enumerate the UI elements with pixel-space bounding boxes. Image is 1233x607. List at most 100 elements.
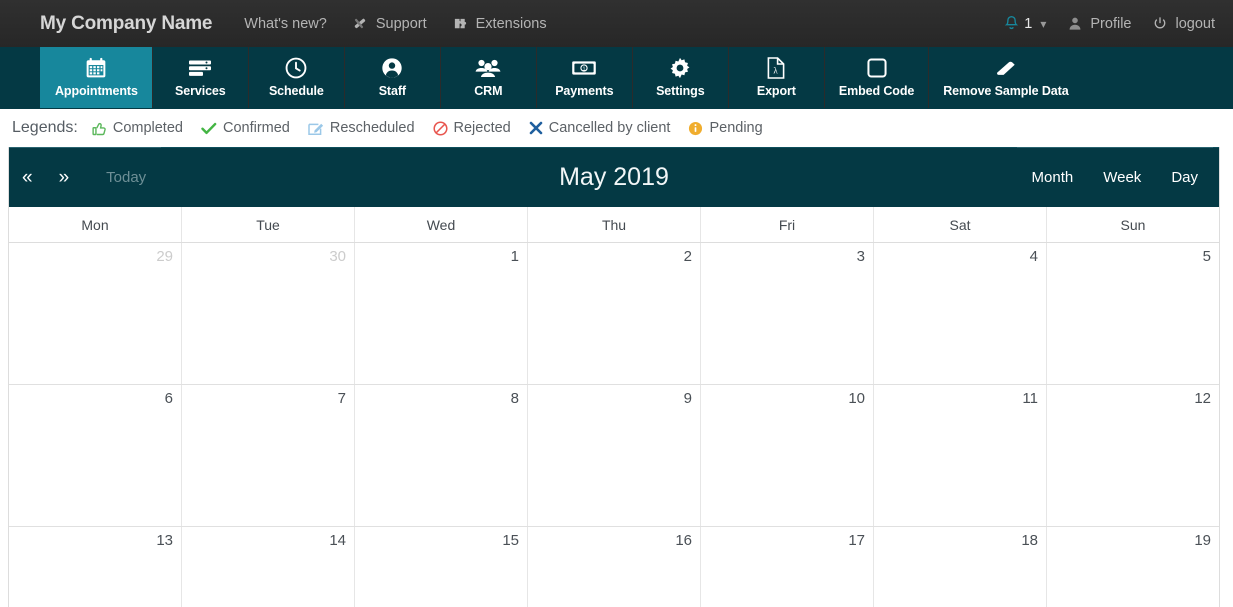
calendar-day-cell[interactable]: 12 bbox=[1046, 385, 1219, 526]
life-ring-icon bbox=[353, 16, 368, 31]
calendar-day-cell[interactable]: 3 bbox=[700, 243, 873, 384]
tab-label: Export bbox=[756, 84, 796, 98]
tab-payments[interactable]: 1 Payments bbox=[535, 47, 632, 108]
tab-appointments[interactable]: Appointments bbox=[40, 47, 152, 108]
legends-bar: Legends: Completed Confirmed Rescheduled… bbox=[0, 109, 1233, 147]
day-number: 30 bbox=[329, 248, 346, 265]
ban-icon bbox=[432, 120, 448, 136]
calendar-day-cell[interactable]: 15 bbox=[354, 527, 527, 607]
puzzle-piece-icon bbox=[453, 16, 468, 31]
tab-staff[interactable]: Staff bbox=[343, 47, 440, 108]
day-number: 12 bbox=[1194, 390, 1211, 407]
day-number: 13 bbox=[156, 532, 173, 549]
tab-label: Schedule bbox=[268, 84, 324, 98]
notification-count: 1 bbox=[1024, 15, 1033, 32]
logout-button[interactable]: logout bbox=[1153, 16, 1215, 32]
calendar-day-cell[interactable]: 8 bbox=[354, 385, 527, 526]
profile-button[interactable]: Profile bbox=[1068, 16, 1131, 32]
tab-crm[interactable]: CRM bbox=[439, 47, 536, 108]
topnav-whats-new[interactable]: What's new? bbox=[244, 16, 327, 32]
times-icon bbox=[529, 121, 543, 135]
calendar-day-cell[interactable]: 5 bbox=[1046, 243, 1219, 384]
calendar-day-cell[interactable]: 18 bbox=[873, 527, 1046, 607]
calendar-day-cell[interactable]: 7 bbox=[181, 385, 354, 526]
tab-remove-sample-data[interactable]: Remove Sample Data bbox=[928, 47, 1083, 108]
bell-icon bbox=[1003, 15, 1020, 33]
view-week-button[interactable]: Week bbox=[1088, 148, 1156, 207]
day-number: 15 bbox=[502, 532, 519, 549]
top-bar-right: 1 ▾ Profile logout bbox=[1003, 15, 1215, 33]
users-icon bbox=[475, 57, 501, 79]
tab-services[interactable]: Services bbox=[151, 47, 248, 108]
dow-fri: Fri bbox=[700, 207, 873, 242]
topnav-support[interactable]: Support bbox=[353, 16, 427, 32]
day-number: 17 bbox=[848, 532, 865, 549]
svg-text:1: 1 bbox=[583, 66, 586, 72]
tab-embed-code[interactable]: Embed Code bbox=[823, 47, 929, 108]
calendar-day-cell[interactable]: 29 bbox=[9, 243, 181, 384]
topnav-label: Extensions bbox=[475, 15, 547, 32]
legend-label: Rejected bbox=[453, 120, 511, 136]
tab-settings[interactable]: Settings bbox=[631, 47, 728, 108]
day-number: 1 bbox=[510, 248, 519, 265]
legend-label: Rescheduled bbox=[329, 120, 415, 136]
calendar-day-cell[interactable]: 2 bbox=[527, 243, 700, 384]
thumbs-up-icon bbox=[92, 121, 107, 136]
today-button[interactable]: Today bbox=[82, 148, 161, 207]
calendar-day-cell[interactable]: 6 bbox=[9, 385, 181, 526]
legends-title: Legends: bbox=[12, 119, 78, 136]
calendar-day-cell[interactable]: 13 bbox=[9, 527, 181, 607]
calendar-week-row: 6 7 8 9 10 11 12 bbox=[9, 385, 1219, 527]
calendar-nav-buttons: « » Today bbox=[9, 147, 162, 207]
calendar-day-cell[interactable]: 1 bbox=[354, 243, 527, 384]
list-icon bbox=[188, 57, 212, 79]
file-pdf-icon: λ bbox=[766, 57, 786, 79]
topnav-extensions[interactable]: Extensions bbox=[453, 16, 547, 32]
legend-label: Confirmed bbox=[222, 120, 290, 136]
calendar-day-cell[interactable]: 19 bbox=[1046, 527, 1219, 607]
tab-label: CRM bbox=[474, 84, 503, 98]
dow-mon: Mon bbox=[81, 217, 109, 233]
calendar-week-row: 29 30 1 2 3 4 5 bbox=[9, 243, 1219, 385]
day-number: 11 bbox=[1022, 390, 1038, 407]
tab-label: Appointments bbox=[55, 84, 138, 98]
day-number: 2 bbox=[683, 248, 692, 265]
notifications-button[interactable]: 1 ▾ bbox=[1003, 15, 1046, 33]
legend-label: Completed bbox=[112, 120, 183, 136]
topnav-label: Support bbox=[375, 15, 427, 32]
dow-wed: Wed bbox=[354, 207, 527, 242]
day-number: 8 bbox=[510, 390, 519, 407]
brand-title: My Company Name bbox=[40, 12, 213, 34]
day-number: 7 bbox=[337, 390, 346, 407]
tab-label: Services bbox=[175, 84, 226, 98]
legend-completed: Completed bbox=[92, 120, 183, 136]
day-number: 18 bbox=[1021, 532, 1038, 549]
tab-label: Settings bbox=[656, 84, 705, 98]
calendar-icon bbox=[85, 57, 107, 79]
calendar-day-cell[interactable]: 10 bbox=[700, 385, 873, 526]
next-month-button[interactable]: » bbox=[46, 148, 83, 207]
dow-sat: Sat bbox=[873, 207, 1046, 242]
day-number: 3 bbox=[856, 248, 865, 265]
calendar-day-cell[interactable]: 4 bbox=[873, 243, 1046, 384]
calendar-day-cell[interactable]: 16 bbox=[527, 527, 700, 607]
eraser-icon bbox=[994, 57, 1018, 79]
calendar-day-cell[interactable]: 30 bbox=[181, 243, 354, 384]
tab-label: Payments bbox=[555, 84, 614, 98]
calendar-day-cell[interactable]: 14 bbox=[181, 527, 354, 607]
calendar-day-cell[interactable]: 9 bbox=[527, 385, 700, 526]
tab-export[interactable]: λ Export bbox=[727, 47, 824, 108]
day-number: 6 bbox=[164, 390, 173, 407]
view-month-button[interactable]: Month bbox=[1017, 148, 1089, 207]
tab-schedule[interactable]: Schedule bbox=[247, 47, 344, 108]
calendar-day-cell[interactable]: 17 bbox=[700, 527, 873, 607]
day-number: 29 bbox=[156, 248, 173, 265]
calendar-day-cell[interactable]: 11 bbox=[873, 385, 1046, 526]
day-number: 14 bbox=[329, 532, 346, 549]
view-day-button[interactable]: Day bbox=[1156, 148, 1213, 207]
legend-rejected: Rejected bbox=[432, 120, 511, 136]
tab-label: Embed Code bbox=[838, 84, 915, 98]
prev-month-button[interactable]: « bbox=[9, 148, 46, 207]
calendar-grid: 29 30 1 2 3 4 5 6 7 8 9 10 11 12 13 14 15 16 17 18 19 bbox=[9, 243, 1219, 607]
check-icon bbox=[201, 121, 217, 136]
